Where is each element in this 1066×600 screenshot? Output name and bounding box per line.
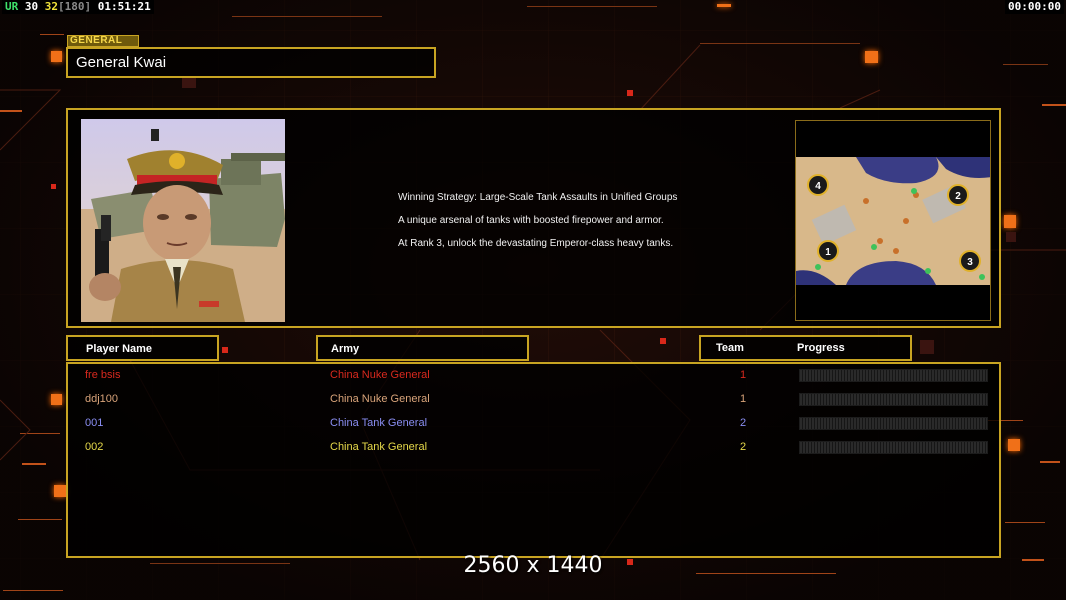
hud-stats: UR 30 32[180] 01:51:21: [2, 0, 154, 14]
general-portrait-image: [81, 119, 285, 322]
header-player-name-label: Player Name: [86, 343, 153, 355]
player-team: 2: [739, 417, 747, 429]
hud-value-a: 30: [24, 0, 39, 13]
player-name: 002: [85, 441, 104, 453]
player-team: 1: [739, 393, 747, 405]
header-army: Army: [316, 335, 529, 361]
player-row[interactable]: 001 China Tank General 2: [68, 414, 999, 432]
player-name: ddj100: [85, 393, 119, 405]
player-name: fre bsis: [85, 369, 121, 381]
map-start-1: 1: [825, 247, 831, 258]
map-start-2: 2: [955, 191, 961, 202]
hud-clock: 01:51:21: [97, 0, 151, 13]
hud-ur-label: UR: [5, 0, 19, 13]
description-line-strategy: Winning Strategy: Large-Scale Tank Assau…: [398, 192, 678, 203]
resolution-label: 2560 x 1440: [463, 553, 603, 578]
header-team-progress: Team Progress: [699, 335, 912, 361]
general-description: Winning Strategy: Large-Scale Tank Assau…: [398, 192, 758, 261]
player-army: China Tank General: [330, 441, 428, 453]
player-progress-bar: [799, 417, 988, 430]
header-progress-label: Progress: [797, 342, 845, 354]
player-progress-bar: [799, 369, 988, 382]
hud-timer: 00:00:00: [1005, 0, 1064, 14]
hud-value-b: 32: [44, 0, 58, 13]
player-row[interactable]: ddj100 China Nuke General 1: [68, 390, 999, 408]
map-preview[interactable]: 1 2 3 4: [795, 120, 991, 321]
map-start-3: 3: [967, 257, 973, 268]
player-army: China Nuke General: [330, 369, 430, 381]
map-preview-image: 1 2 3 4: [796, 121, 990, 320]
description-line-arsenal: A unique arsenal of tanks with boosted f…: [398, 215, 664, 226]
player-army: China Nuke General: [330, 393, 430, 405]
header-player-name: Player Name: [66, 335, 219, 361]
general-portrait: [81, 119, 285, 322]
general-info-panel: Winning Strategy: Large-Scale Tank Assau…: [66, 108, 1001, 328]
player-row[interactable]: fre bsis China Nuke General 1: [68, 366, 999, 384]
player-list: fre bsis China Nuke General 1 ddj100 China N…: [66, 362, 1001, 558]
player-row[interactable]: 002 China Tank General 2: [68, 438, 999, 456]
hud-value-c: [180]: [58, 0, 92, 13]
player-progress-bar: [799, 441, 988, 454]
player-team: 2: [739, 441, 747, 453]
header-team-label: Team: [716, 342, 744, 354]
header-army-label: Army: [331, 343, 360, 355]
player-name: 001: [85, 417, 104, 429]
map-start-4: 4: [815, 181, 821, 192]
player-army: China Tank General: [330, 417, 428, 429]
player-progress-bar: [799, 393, 988, 406]
general-section-label: GENERAL: [67, 35, 139, 47]
general-name-title: General Kwai: [66, 47, 436, 78]
player-team: 1: [739, 369, 747, 381]
description-line-rank: At Rank 3, unlock the devastating Empero…: [398, 238, 674, 249]
